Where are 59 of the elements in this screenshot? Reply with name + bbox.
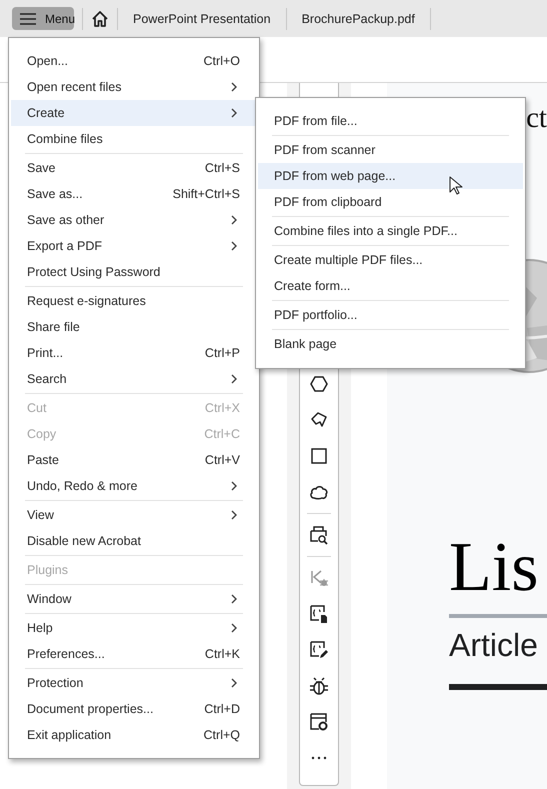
document-tab[interactable]: BrochurePackup.pdf [294,12,423,26]
menu-item[interactable]: Share file [11,314,257,340]
chevron-icon [230,374,238,384]
menu-icon [20,12,36,24]
menu-item[interactable]: PDF from clipboard [258,189,523,215]
menu-button[interactable]: Menu [12,7,74,30]
menu-item[interactable]: PDF portfolio... [258,302,523,328]
menu-item[interactable]: Document properties... Ctrl+D [11,696,257,722]
chevron-icon [230,481,238,491]
chevron-icon [230,215,238,225]
menu-item[interactable]: PDF from file... [258,108,523,134]
menu-item[interactable]: Open... Ctrl+O [11,48,257,74]
menu-item[interactable]: Print... Ctrl+P [11,340,257,366]
menu-item[interactable]: Disable new Acrobat [11,528,257,554]
menu-item[interactable]: Create form... [258,273,523,299]
menu-item[interactable]: Save as... Shift+Ctrl+S [11,181,257,207]
menu-item[interactable]: PDF from web page... [258,163,523,189]
menu-item[interactable]: Request e-signatures [11,288,257,314]
chevron-icon [230,623,238,633]
menu-item[interactable]: Paste Ctrl+V [11,447,257,473]
chevron-icon [230,108,238,118]
menu-item[interactable]: Protection [11,670,257,696]
chevron-icon [230,678,238,688]
bug-icon[interactable] [309,676,329,696]
heading-text: ct [526,103,547,133]
menu-item[interactable]: Preferences... Ctrl+K [11,641,257,667]
window-gear-icon[interactable] [309,712,329,732]
home-button[interactable] [90,8,110,28]
print-preview-icon[interactable] [309,525,329,545]
title-text: Lis [449,528,540,608]
chevron-icon [230,82,238,92]
menu-item[interactable]: Undo, Redo & more [11,473,257,499]
home-icon [91,10,109,28]
menu-item[interactable]: Combine files into a single PDF... [258,218,523,244]
square-icon[interactable] [309,446,329,466]
menu-item[interactable]: PDF from scanner [258,137,523,163]
menu-item[interactable]: Combine files [11,126,257,152]
script-page-icon[interactable] [309,604,329,624]
menu-item[interactable]: Save Ctrl+S [11,155,257,181]
menu-item[interactable]: View [11,502,257,528]
chevron-icon [230,510,238,520]
menu-item[interactable]: Export a PDF [11,233,257,259]
menu-item[interactable]: Exit application Ctrl+Q [11,722,257,748]
chevron-icon [230,594,238,604]
menu-item[interactable]: Blank page [258,331,523,357]
hexagon-icon[interactable] [309,374,329,394]
chevron-icon [230,241,238,251]
script-edit-icon[interactable] [309,640,329,660]
menu-item[interactable]: Window [11,586,257,612]
menu-item[interactable]: Help [11,615,257,641]
menu-item[interactable]: Save as other [11,207,257,233]
document-tab[interactable]: PowerPoint Presentation [125,12,279,26]
cursor-icon [449,176,463,196]
menu-item[interactable]: Search [11,366,257,392]
menu-item[interactable]: Create [11,100,257,126]
menu-item[interactable]: Create multiple PDF files... [258,247,523,273]
menu-item[interactable]: Open recent files [11,74,257,100]
subtitle-text: Article [449,626,539,665]
menu-item[interactable]: Protect Using Password [11,259,257,285]
